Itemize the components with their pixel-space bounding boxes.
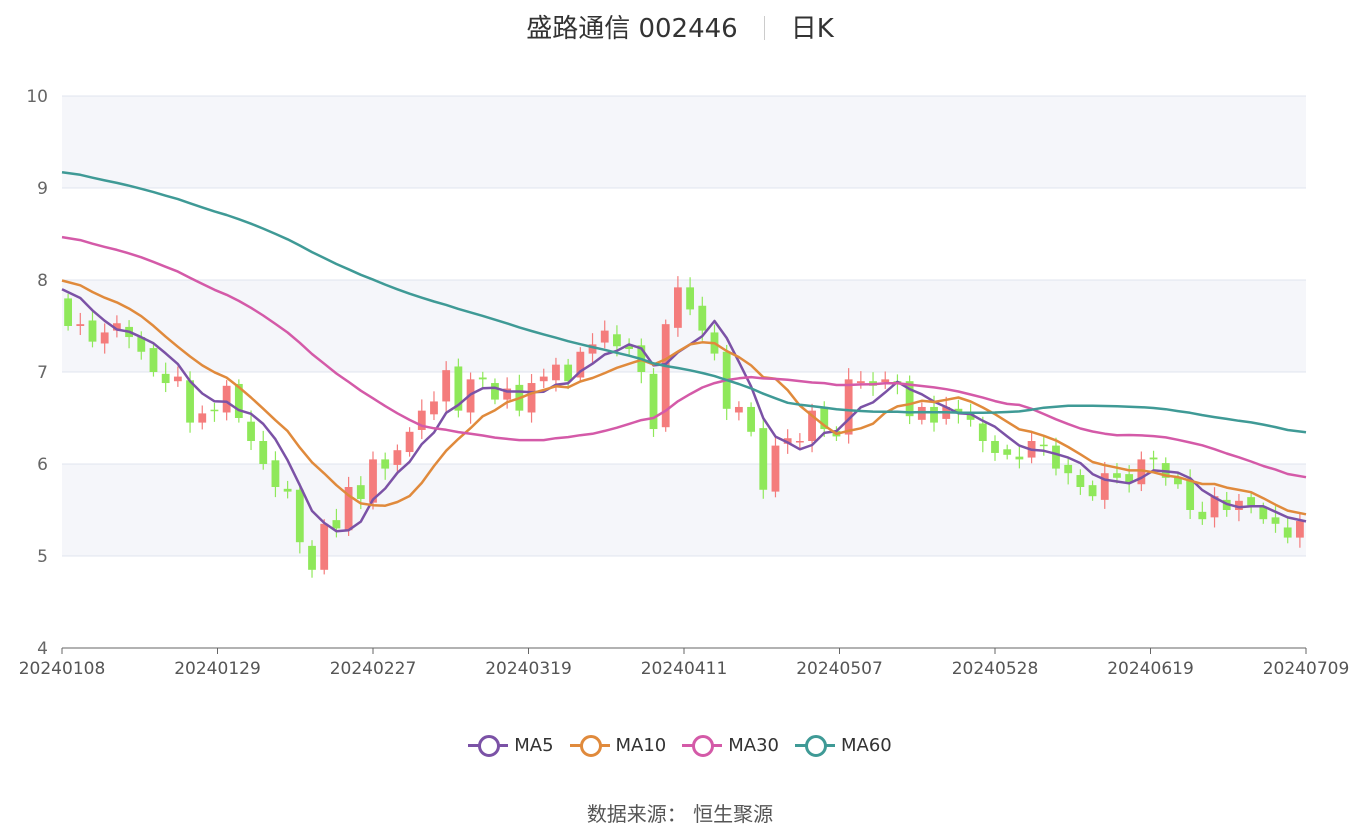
y-tick-label: 6 — [37, 455, 48, 475]
candlestick-chart: 4 5 6 7 8 9 10 20240108 20240129 20240227 20240319… — [19, 87, 1350, 679]
y-tick-label: 4 — [37, 639, 48, 659]
candle-body — [613, 334, 621, 347]
candle-body — [271, 460, 280, 487]
candle-body — [552, 364, 560, 381]
candle-body — [283, 488, 292, 492]
candle-body — [759, 428, 768, 490]
candle-body — [356, 485, 365, 499]
candle-body — [100, 332, 109, 344]
candle-body — [991, 441, 999, 453]
x-tick-label: 20240129 — [174, 659, 261, 679]
candle-body — [491, 383, 499, 400]
candle-body — [539, 376, 548, 382]
candle-body — [1247, 497, 1256, 506]
candle-body — [600, 330, 609, 343]
x-tick-label: 20240411 — [641, 659, 728, 679]
y-tick-label: 8 — [37, 271, 48, 291]
legend-marker-icon — [468, 734, 509, 757]
candle-body — [332, 520, 341, 529]
candle-body — [747, 406, 755, 432]
legend-label: MA60 — [841, 734, 892, 756]
candle-body — [1271, 517, 1280, 524]
candle-body — [478, 377, 487, 380]
candle-body — [1003, 449, 1012, 455]
legend-marker-icon — [682, 734, 723, 757]
legend-label: MA10 — [615, 734, 667, 756]
candle-body — [88, 320, 97, 342]
legend-item-ma10[interactable]: MA10 — [569, 734, 667, 757]
candle-body — [1015, 456, 1024, 460]
candle-body — [1149, 457, 1158, 460]
candle-body — [795, 441, 804, 443]
candle-body — [247, 421, 255, 441]
candle-body — [308, 545, 316, 570]
x-tick-label: 20240507 — [796, 659, 883, 679]
candle-body — [734, 406, 743, 413]
candle-body — [222, 385, 231, 413]
legend-item-ma60[interactable]: MA60 — [795, 734, 892, 757]
candle-body — [930, 406, 938, 423]
candle-body — [856, 381, 865, 384]
y-tick-label: 10 — [26, 87, 48, 107]
candle-body — [686, 287, 695, 310]
candle-body — [844, 379, 853, 435]
candle-body — [1295, 521, 1304, 538]
candle-body — [649, 373, 658, 430]
candle-body — [1259, 507, 1268, 520]
candle-body — [1052, 445, 1060, 469]
legend-marker-icon — [795, 734, 836, 757]
candle-body — [210, 409, 219, 412]
candle-body — [149, 348, 158, 372]
candle-body — [381, 459, 390, 469]
legend-label: MA5 — [514, 734, 554, 756]
candle-body — [564, 364, 573, 382]
chart-root: 盛路通信 002446 日K 4 5 6 7 8 9 10 20240108 20240129 20… — [0, 0, 1360, 828]
candle-body — [527, 383, 536, 413]
x-tick-label: 20240108 — [19, 659, 106, 679]
candle-body — [393, 450, 402, 465]
candle-body — [1064, 464, 1073, 474]
y-tick-label: 5 — [37, 547, 48, 567]
x-tick-label: 20240227 — [330, 659, 417, 679]
candle-body — [430, 401, 438, 415]
candle-body — [771, 445, 780, 492]
grid-band — [62, 280, 1306, 372]
candle-body — [405, 431, 414, 453]
legend-item-ma30[interactable]: MA30 — [682, 734, 780, 757]
data-source: 数据来源： 恒生聚源 — [586, 802, 774, 826]
candle-body — [1198, 511, 1207, 520]
x-tick-label: 20240528 — [952, 659, 1039, 679]
candle-body — [1186, 480, 1195, 510]
x-tick-label: 20240709 — [1263, 659, 1350, 679]
candle-body — [881, 379, 890, 383]
candle-body — [76, 324, 85, 326]
y-tick-label: 9 — [37, 179, 48, 199]
candle-body — [186, 380, 194, 423]
candle-body — [698, 305, 707, 331]
y-tick-label: 7 — [37, 363, 48, 383]
candle-body — [1076, 475, 1085, 487]
candle-body — [1039, 444, 1048, 447]
candle-body — [1113, 473, 1121, 478]
legend-label: MA30 — [728, 734, 780, 756]
x-tick-label: 20240619 — [1107, 659, 1194, 679]
legend-marker-icon — [569, 734, 610, 757]
legend: MA5 MA10 MA30 MA60 — [0, 734, 1360, 761]
candle-body — [1283, 527, 1292, 538]
candle-body — [320, 523, 329, 570]
x-tick-label: 20240319 — [485, 659, 572, 679]
legend-item-ma5[interactable]: MA5 — [468, 734, 554, 757]
candle-body — [173, 376, 182, 382]
candle-body — [295, 489, 304, 543]
candle-body — [442, 370, 451, 402]
candle-body — [198, 413, 207, 423]
candle-body — [161, 373, 170, 384]
candle-body — [1088, 485, 1097, 497]
candle-body — [978, 423, 987, 441]
candle-body — [259, 441, 268, 464]
candle-body — [673, 287, 682, 328]
candle-body — [64, 298, 73, 326]
grid-band — [62, 96, 1306, 188]
